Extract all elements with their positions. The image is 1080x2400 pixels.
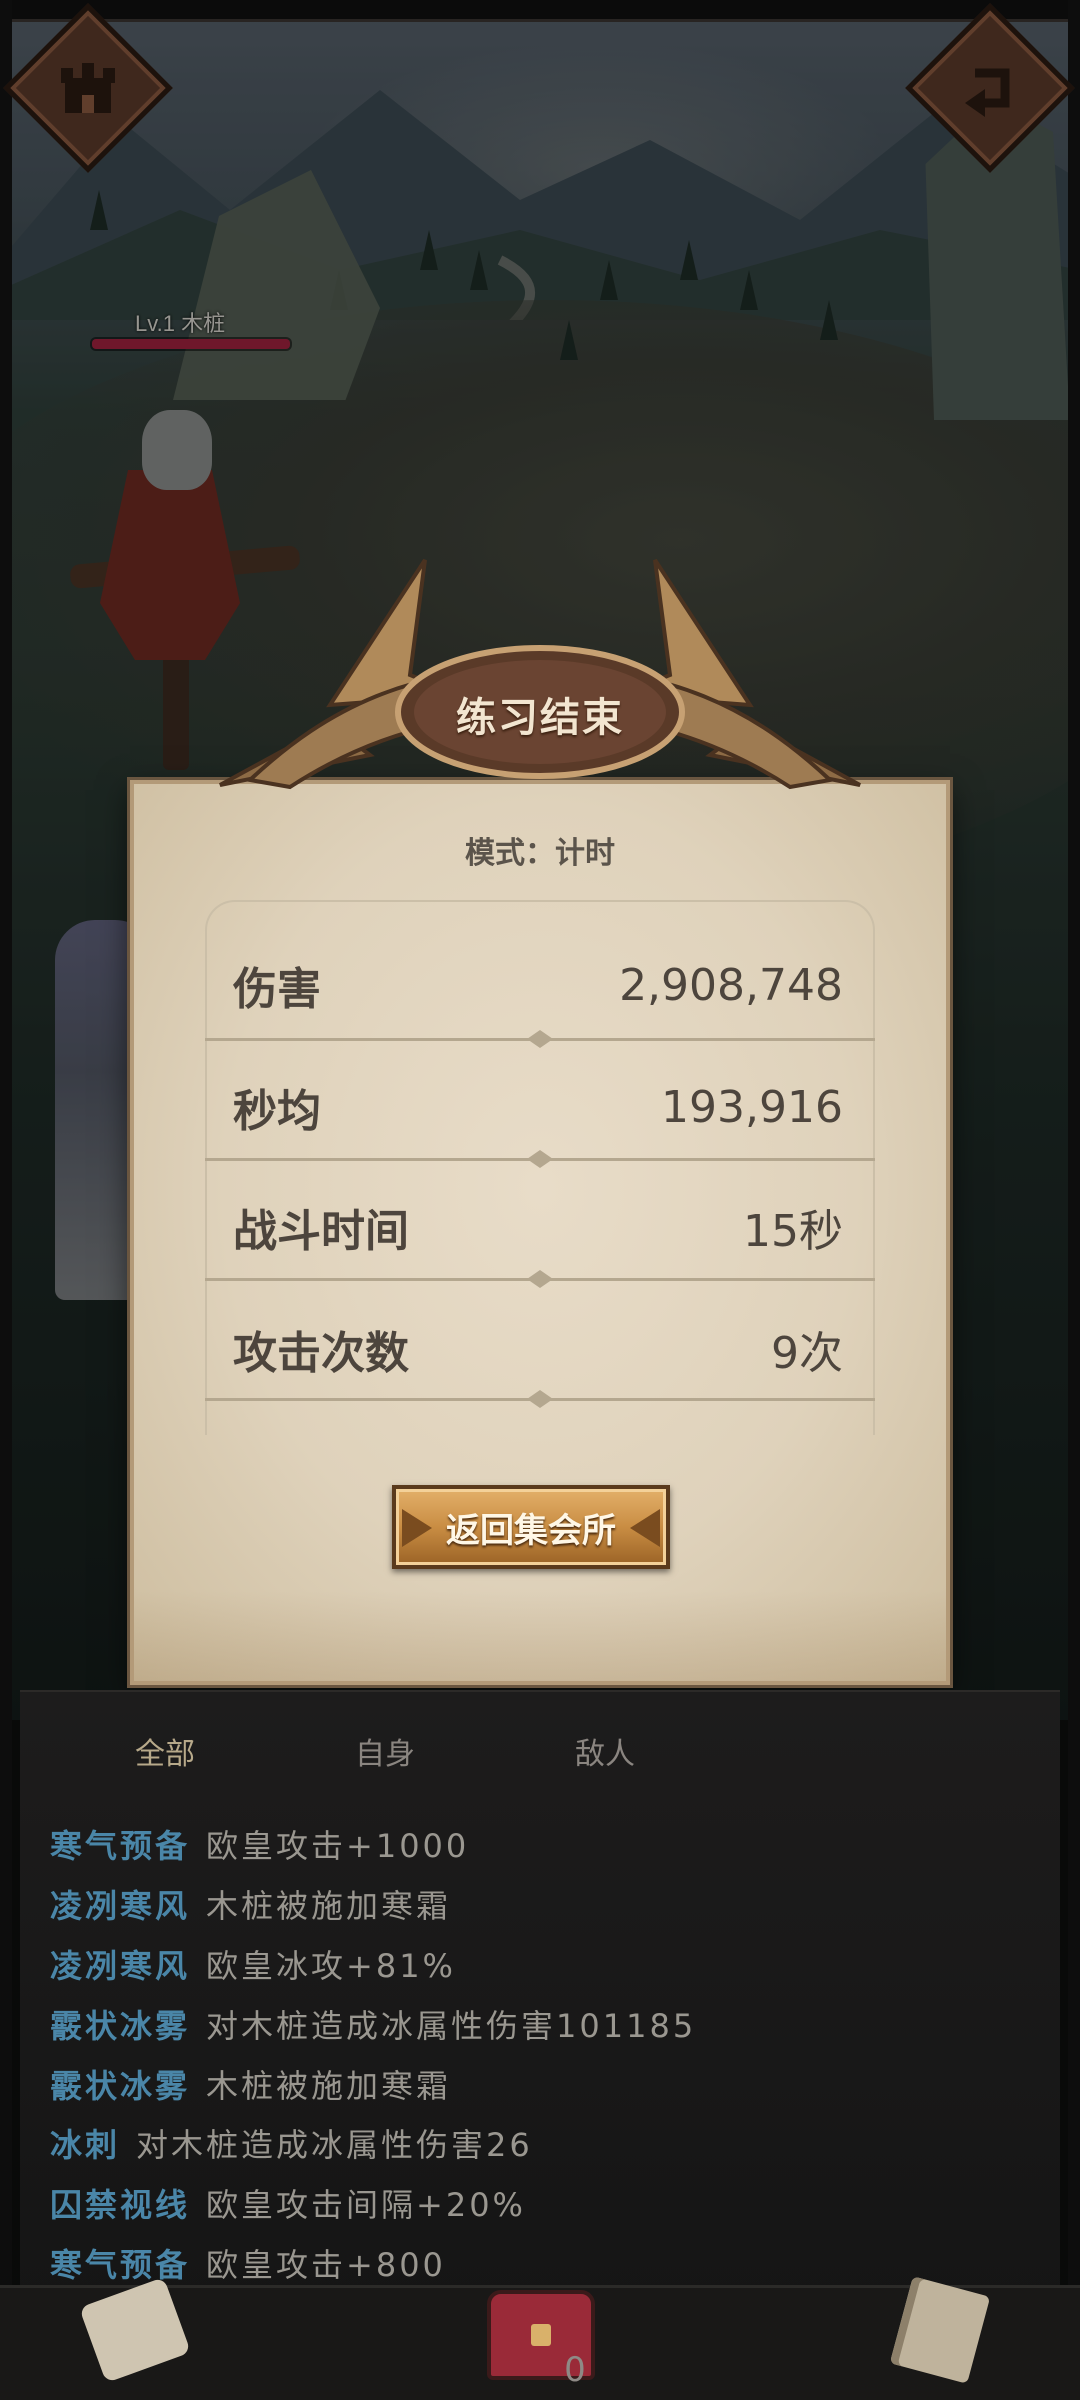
stat-label: 秒均 — [233, 1086, 321, 1137]
tab-all[interactable]: 全部 — [70, 1725, 260, 1777]
tab-label: 敌人 — [575, 1737, 635, 1772]
log-source: 寒气预备 — [50, 1827, 191, 1865]
log-entry: 凌冽寒风 木桩被施加寒霜 — [50, 1877, 451, 1931]
log-entry: 囚禁视线 欧皇攻击间隔+20% — [50, 2176, 526, 2230]
log-entry: 霰状冰雾 木桩被施加寒霜 — [50, 2057, 451, 2111]
log-entry: 寒气预备 欧皇攻击+800 — [50, 2236, 446, 2290]
log-message: 对木桩造成冰属性伤害101185 — [206, 2007, 697, 2045]
stat-label: 战斗时间 — [233, 1206, 409, 1257]
log-source: 囚禁视线 — [50, 2186, 191, 2224]
divider — [205, 1150, 875, 1168]
stat-row-dps: 秒均 193,916 — [205, 1057, 875, 1157]
stat-value: 15秒 — [743, 1206, 843, 1257]
log-source: 霰状冰雾 — [50, 2007, 191, 2045]
log-entry: 寒气预备 欧皇攻击+1000 — [50, 1817, 469, 1871]
divider — [205, 1030, 875, 1048]
tab-label: 全部 — [135, 1737, 195, 1772]
log-entry: 凌冽寒风 欧皇冰攻+81% — [50, 1937, 456, 1991]
tab-self[interactable]: 自身 — [290, 1725, 480, 1777]
log-entry: 霰状冰雾 对木桩造成冰属性伤害101185 — [50, 1997, 696, 2051]
tab-label: 自身 — [355, 1737, 415, 1772]
log-source: 凌冽寒风 — [50, 1947, 191, 1985]
stat-label: 攻击次数 — [233, 1328, 409, 1379]
stat-value: 9次 — [771, 1328, 843, 1379]
divider — [205, 1270, 875, 1288]
stat-row-damage: 伤害 2,908,748 — [205, 935, 875, 1035]
stat-row-attack-count: 攻击次数 9次 — [205, 1299, 875, 1399]
return-to-hall-button[interactable]: 返回集会所 — [392, 1485, 670, 1569]
log-source: 霰状冰雾 — [50, 2067, 191, 2105]
log-message: 欧皇冰攻+81% — [206, 1947, 456, 1985]
modal-title: 练习结束 — [456, 695, 624, 741]
chest-count: 0 — [564, 2350, 586, 2390]
tab-enemy[interactable]: 敌人 — [510, 1725, 700, 1777]
log-message: 欧皇攻击+1000 — [206, 1827, 470, 1865]
log-source: 凌冽寒风 — [50, 1887, 191, 1925]
log-message: 木桩被施加寒霜 — [206, 2067, 452, 2105]
stat-label: 伤害 — [233, 964, 321, 1015]
return-to-hall-label: 返回集会所 — [446, 1510, 616, 1551]
divider — [205, 1390, 875, 1408]
log-message: 欧皇攻击+800 — [206, 2246, 446, 2284]
stat-row-battle-time: 战斗时间 15秒 — [205, 1177, 875, 1277]
log-message: 对木桩造成冰属性伤害26 — [136, 2126, 533, 2164]
stat-value: 2,908,748 — [619, 959, 843, 1011]
log-message: 欧皇攻击间隔+20% — [206, 2186, 526, 2224]
log-source: 寒气预备 — [50, 2246, 191, 2284]
log-source: 冰刺 — [50, 2126, 121, 2164]
log-entry: 冰刺 对木桩造成冰属性伤害26 — [50, 2116, 533, 2170]
log-message: 木桩被施加寒霜 — [206, 1887, 452, 1925]
stat-value: 193,916 — [661, 1081, 843, 1133]
mode-label: 模式：计时 — [465, 836, 615, 871]
